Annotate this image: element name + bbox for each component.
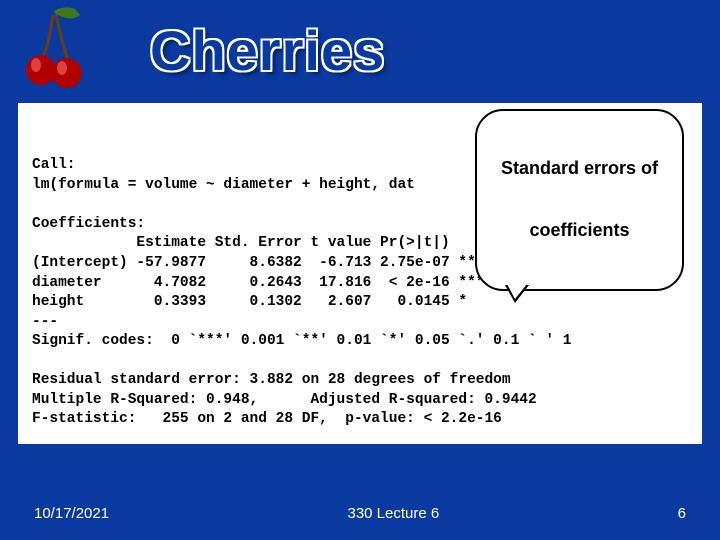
cherries-icon — [20, 5, 90, 95]
code-line: --- — [32, 314, 58, 330]
code-line: Call: — [32, 157, 76, 173]
code-line: Residual standard error: 3.882 on 28 deg… — [32, 372, 511, 388]
footer-page-number: 6 — [678, 505, 686, 522]
code-line: Coefficients: — [32, 216, 145, 232]
code-line: diameter 4.7082 0.2643 17.816 < 2e-16 **… — [32, 275, 484, 291]
slide-footer: 10/17/2021 330 Lecture 6 6 — [0, 505, 720, 522]
code-line: Signif. codes: 0 `***' 0.001 `**' 0.01 `… — [32, 333, 572, 349]
footer-center: 330 Lecture 6 — [347, 505, 439, 522]
code-line: Estimate Std. Error t value Pr(>|t|) — [32, 235, 450, 251]
code-line: Multiple R-Squared: 0.948, Adjusted R-sq… — [32, 392, 537, 408]
code-line: lm(formula = volume ~ diameter + height,… — [32, 177, 415, 193]
code-line: F-statistic: 255 on 2 and 28 DF, p-value… — [32, 411, 502, 427]
slide-title: Cherries — [150, 18, 385, 83]
code-line: height 0.3393 0.1302 2.607 0.0145 * — [32, 294, 467, 310]
callout-line: coefficients — [501, 220, 658, 241]
slide-header: Cherries — [0, 0, 720, 95]
code-line: (Intercept) -57.9877 8.6382 -6.713 2.75e… — [32, 255, 484, 271]
callout-line: Standard errors of — [501, 158, 658, 179]
footer-date: 10/17/2021 — [34, 505, 109, 522]
r-output-panel: Standard errors of coefficients Call: lm… — [18, 103, 702, 444]
callout-annotation: Standard errors of coefficients — [475, 109, 684, 291]
